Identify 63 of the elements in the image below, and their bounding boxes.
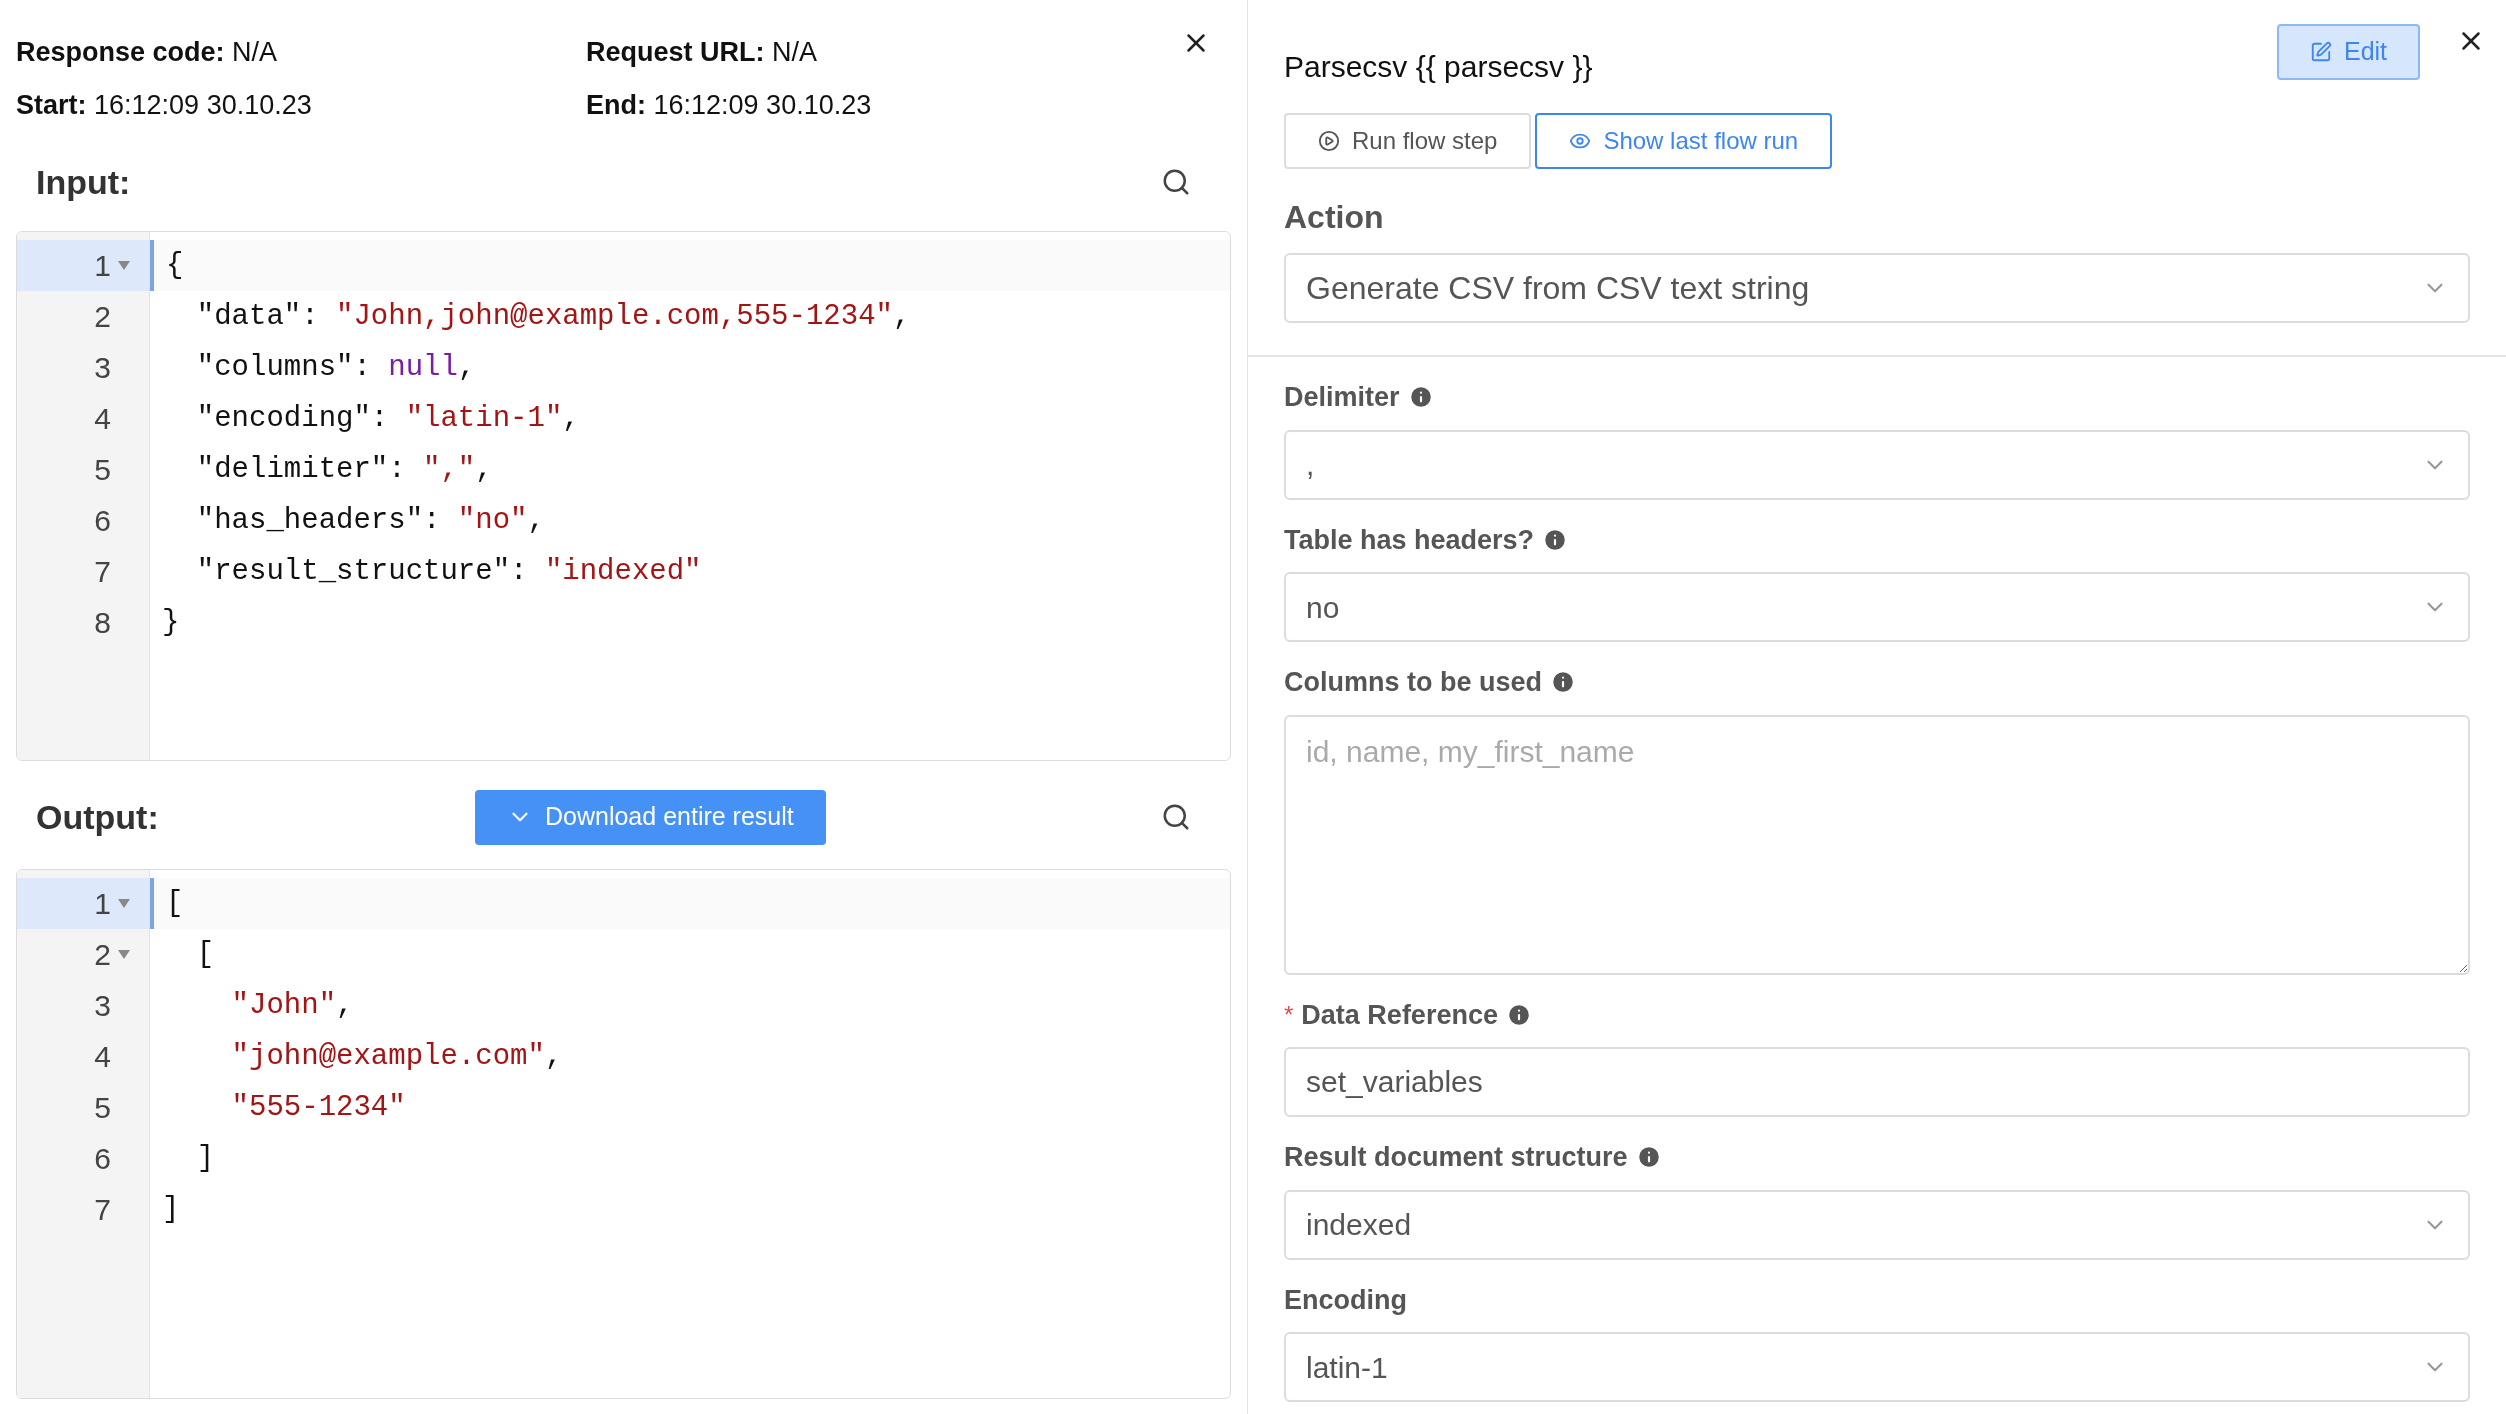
line-number: 1 <box>94 248 111 284</box>
code-line: ] <box>162 1191 180 1228</box>
required-asterisk: * <box>1284 999 1294 1030</box>
fold-arrow-icon[interactable] <box>118 261 130 270</box>
field-label: Delimiter <box>1284 381 1400 414</box>
line-number: 3 <box>94 988 111 1024</box>
field-label: Encoding <box>1284 1283 1407 1317</box>
edit-icon <box>2309 41 2332 63</box>
code-line: ] <box>195 1140 215 1177</box>
code-line: } <box>162 604 180 641</box>
code-line: { <box>166 247 184 284</box>
info-text: End: 16:12:09 30.10.23 <box>586 88 873 122</box>
line-number: 7 <box>94 1192 111 1228</box>
line-number: 3 <box>94 350 111 386</box>
line-number: 4 <box>94 1039 111 1075</box>
line-number: 4 <box>94 401 111 437</box>
step-title: Parsecsv {{ parsecsv }} <box>1284 49 1593 85</box>
fold-arrow-icon[interactable] <box>118 950 130 959</box>
section-heading: Input: <box>36 161 131 203</box>
line-number: 2 <box>94 937 111 973</box>
info-text: Request URL: N/A <box>586 36 819 69</box>
code-line: [ <box>166 885 184 922</box>
line-number: 8 <box>94 605 111 641</box>
fold-arrow-icon[interactable] <box>118 899 130 908</box>
line-number: 5 <box>94 452 111 488</box>
field-label: Action <box>1284 198 1385 237</box>
select-field[interactable]: latin-1 <box>1284 1332 2470 1402</box>
search-icon[interactable] <box>1161 167 1191 197</box>
code-line: "555-1234" <box>230 1089 406 1126</box>
search-icon[interactable] <box>1161 802 1191 832</box>
show-run-button[interactable]: Show last flow run <box>1535 113 1833 169</box>
select-field[interactable]: Generate CSV from CSV text string <box>1284 253 2470 323</box>
run-button[interactable]: Run flow step <box>1284 113 1532 169</box>
field-label: Result document structure <box>1284 1141 1628 1174</box>
input-field[interactable]: set_variables <box>1284 1047 2470 1117</box>
field-label: Table has headers? <box>1284 523 1535 557</box>
code-line: "result_structure": "indexed" <box>195 553 702 590</box>
play-icon <box>1318 130 1340 152</box>
code-line: "john@example.com", <box>230 1038 563 1075</box>
select-field[interactable]: indexed <box>1284 1189 2470 1260</box>
section-heading: Output: <box>36 796 160 838</box>
select-field[interactable]: , <box>1284 429 2470 500</box>
line-number: 6 <box>94 1141 111 1177</box>
code-line: "has_headers": "no", <box>195 502 545 539</box>
code-line: [ <box>195 936 215 973</box>
code-line: "delimiter": ",", <box>195 451 493 488</box>
code-line: "John", <box>230 987 354 1024</box>
text-area[interactable]: id, name, my_first_name <box>1284 714 2470 975</box>
line-number: 7 <box>94 554 111 590</box>
line-number: 6 <box>94 503 111 539</box>
info-text: Start: 16:12:09 30.10.23 <box>16 88 313 122</box>
code-editor[interactable]: 1 2 3 4 5 6 7 8 { "data": "John,john@example.com,555-1234", "columns": null, "encoding": "latin-1", "delimiter": ",", "has_headers": "no", "result_structure": "indexed" } <box>16 231 1231 761</box>
select-field[interactable]: no <box>1284 572 2470 642</box>
line-number: 1 <box>94 886 111 922</box>
code-line: "encoding": "latin-1", <box>195 400 580 437</box>
line-number: 5 <box>94 1090 111 1126</box>
code-line: "data": "John,john@example.com,555-1234", <box>195 298 911 335</box>
info-text: Response code: N/A <box>16 36 279 69</box>
code-line: "columns": null, <box>195 349 476 386</box>
code-editor[interactable]: 1 2 3 4 5 6 7 [ [ "John", "john@example.com", "555-1234" ] ] <box>16 869 1231 1399</box>
line-number: 2 <box>94 299 111 335</box>
field-label: Data Reference <box>1301 998 1498 1032</box>
field-label: Columns to be used <box>1284 666 1543 699</box>
